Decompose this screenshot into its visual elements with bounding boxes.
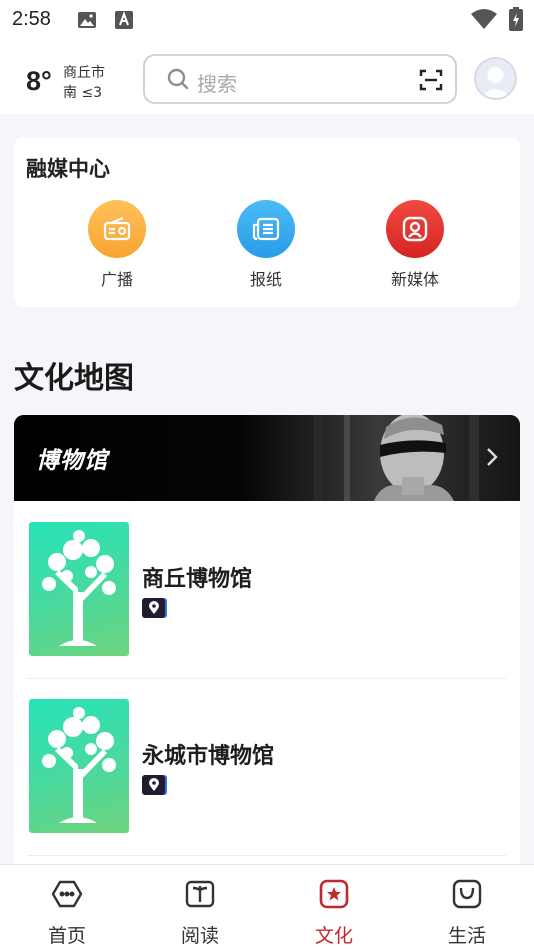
newspaper-icon — [237, 200, 295, 258]
location-pin-icon[interactable] — [142, 775, 165, 795]
museum-banner[interactable]: 博物馆 — [14, 415, 520, 501]
status-time: 2:58 — [12, 8, 51, 30]
image-notification-icon — [77, 10, 97, 34]
location-pin-icon[interactable] — [142, 598, 165, 618]
nav-label: 生活 — [447, 925, 486, 947]
status-bar: 2:58 — [0, 0, 534, 40]
nav-label: 文化 — [314, 925, 353, 947]
chevron-right-icon — [486, 447, 498, 471]
museum-name: 永城市博物馆 — [142, 744, 275, 769]
font-notification-icon — [115, 10, 133, 34]
nav-label: 阅读 — [180, 925, 219, 947]
search-input[interactable]: 搜索 — [143, 54, 457, 104]
culture-star-icon — [267, 877, 401, 911]
museum-thumbnail — [29, 522, 129, 656]
search-icon — [167, 68, 189, 94]
nav-item-home[interactable]: 首页 — [0, 877, 134, 948]
media-center-card: 融媒中心 广播 报纸 新媒体 — [14, 137, 520, 307]
museum-thumbnail — [29, 699, 129, 833]
nav-label: 首页 — [47, 925, 86, 947]
avatar[interactable] — [474, 57, 517, 100]
battery-icon — [509, 7, 523, 35]
museum-name: 商丘博物馆 — [142, 567, 253, 592]
media-item-label: 报纸 — [249, 270, 282, 289]
home-icon — [0, 877, 134, 911]
book-icon — [133, 877, 267, 911]
header: 8° 商丘市 南 ≤3 搜索 — [0, 40, 534, 114]
new-media-icon — [386, 200, 444, 258]
scan-icon[interactable] — [419, 68, 443, 96]
list-item[interactable]: 永城市博物馆 — [14, 679, 520, 857]
media-item-label: 广播 — [100, 270, 133, 289]
museum-banner-title: 博物馆 — [36, 448, 108, 474]
media-center-title: 融媒中心 — [26, 157, 110, 181]
radio-icon — [88, 200, 146, 258]
wind-info: 南 ≤3 — [63, 85, 103, 101]
media-item-radio[interactable]: 广播 — [67, 200, 167, 290]
bottom-nav: 首页 阅读 文化 生活 — [0, 864, 534, 950]
nav-item-life[interactable]: 生活 — [400, 877, 534, 948]
media-item-new-media[interactable]: 新媒体 — [365, 200, 465, 290]
nav-item-read[interactable]: 阅读 — [133, 877, 267, 948]
list-item[interactable]: 商丘博物馆 — [14, 501, 520, 679]
nav-item-culture[interactable]: 文化 — [267, 877, 401, 948]
culture-map-title: 文化地图 — [14, 361, 134, 396]
media-item-newspaper[interactable]: 报纸 — [216, 200, 316, 290]
media-item-label: 新媒体 — [390, 270, 439, 289]
museum-list: 商丘博物馆 永城市博物馆 — [14, 501, 520, 867]
search-placeholder: 搜索 — [197, 72, 237, 96]
city-name: 商丘市 — [63, 65, 105, 81]
shopping-bag-icon — [400, 877, 534, 911]
temperature: 8° — [26, 66, 52, 96]
wifi-icon — [470, 8, 498, 34]
divider — [28, 855, 506, 856]
